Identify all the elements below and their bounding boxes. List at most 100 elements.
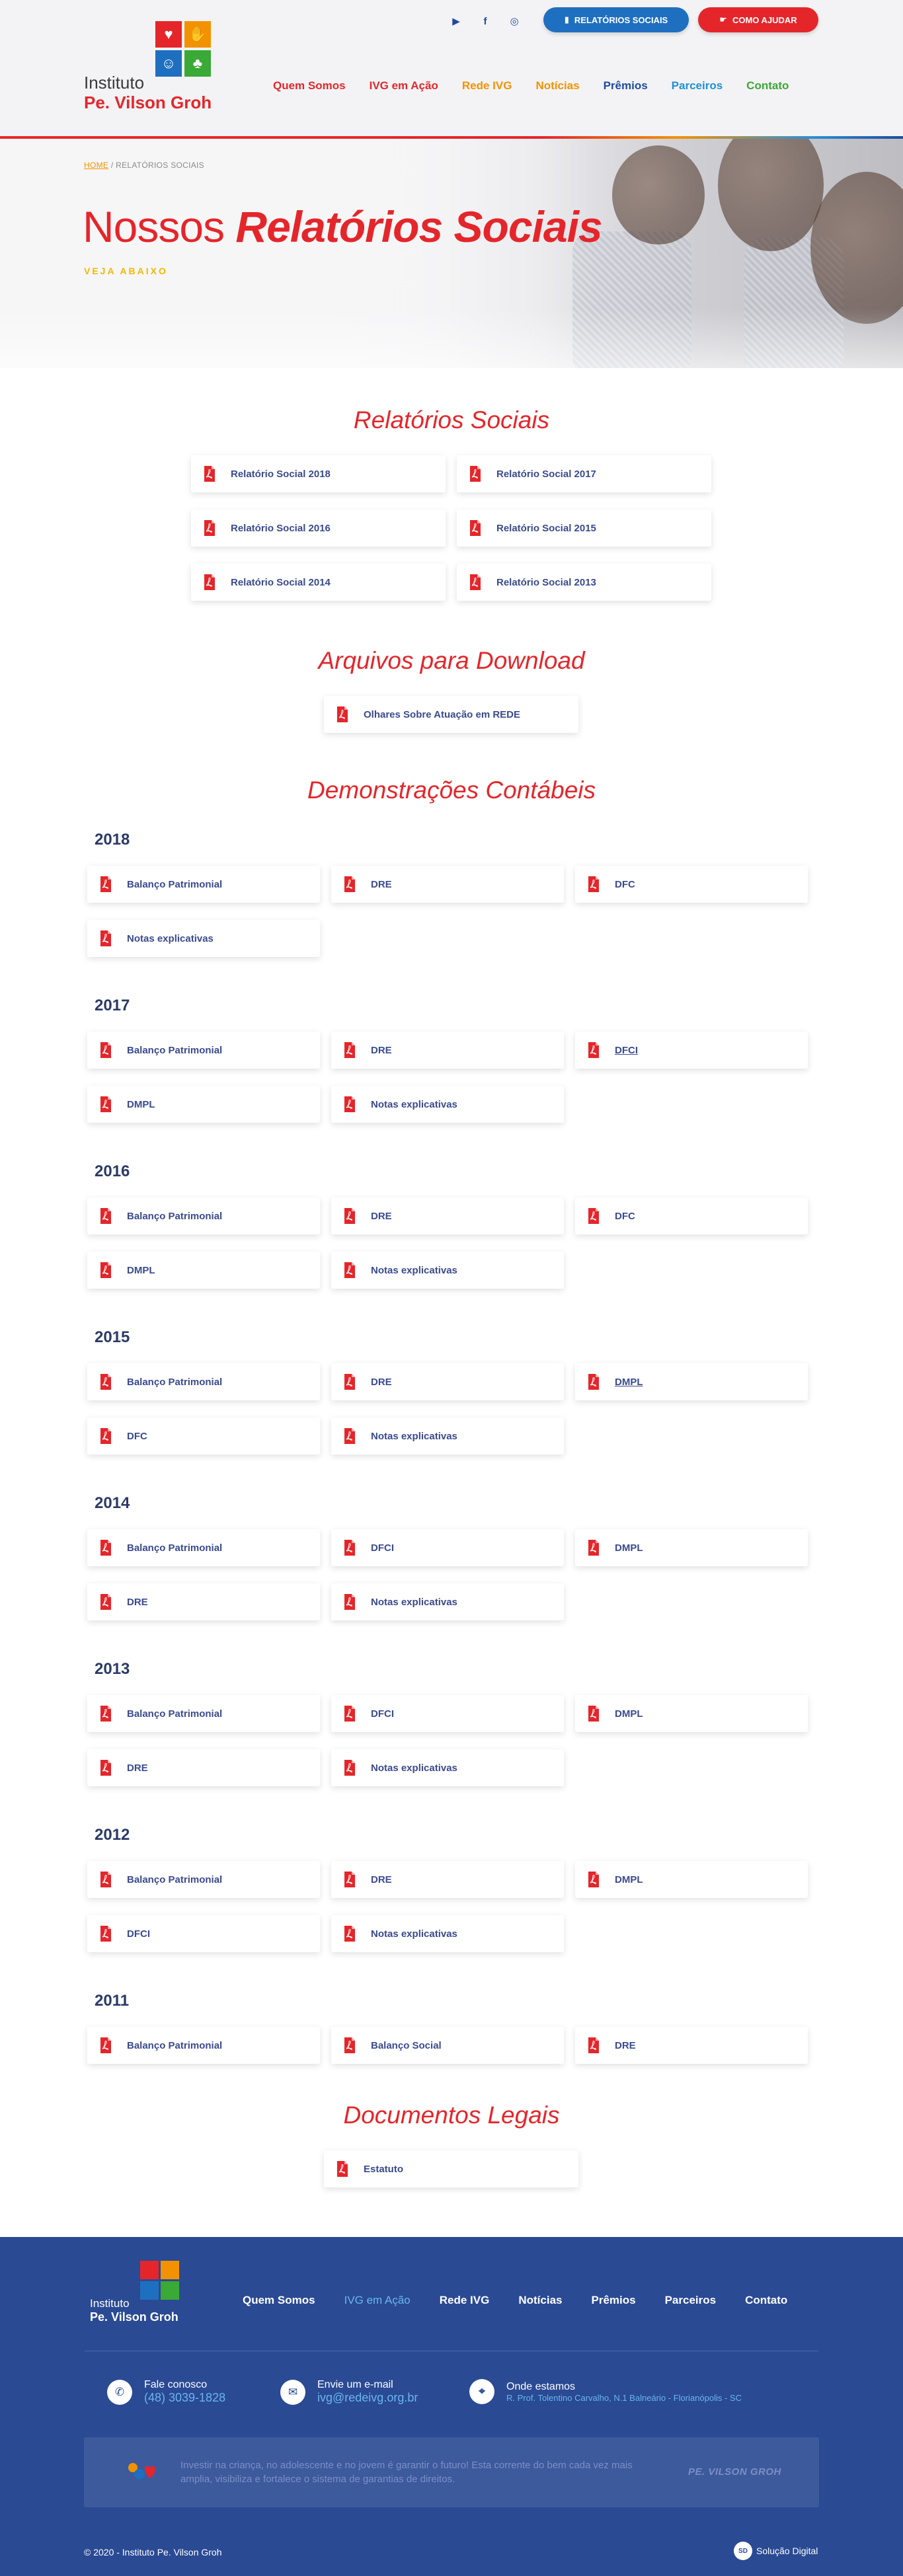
pdf-file-icon (343, 1872, 356, 1887)
page-title: Nossos Relatórios Sociais (83, 202, 603, 252)
pdf-file-icon (99, 1760, 112, 1776)
contact-phone[interactable]: ✆ Fale conosco (48) 3039-1828 (107, 2379, 225, 2405)
nav-contato[interactable]: Contato (734, 79, 801, 93)
developer-credit[interactable]: SD Solução Digital (734, 2542, 818, 2560)
footer-nav-premios[interactable]: Prêmios (577, 2294, 650, 2307)
relatorios-sociais-button[interactable]: ▮ RELATÓRIOS SOCIAIS (543, 7, 689, 32)
pdf-link-notas-explicativas[interactable]: Notas explicativas (331, 1583, 564, 1620)
logo-heart-square: ♥ (155, 21, 182, 48)
contact-email[interactable]: ✉ Envie um e-mail ivg@redeivg.org.br (280, 2379, 418, 2405)
pdf-file-icon (343, 1428, 356, 1444)
pdf-link-label: DFCI (127, 1928, 150, 1940)
pdf-link-dre[interactable]: DRE (331, 1861, 564, 1898)
pdf-link-relatorio-social-2018[interactable]: Relatório Social 2018 (191, 455, 446, 492)
pdf-link-label: DFCI (615, 1044, 638, 1056)
pdf-link-label: DRE (371, 1376, 392, 1388)
year-heading-2015: 2015 (95, 1328, 130, 1346)
footer-nav-parceiros[interactable]: Parceiros (650, 2294, 731, 2307)
pdf-link-relatorio-social-2017[interactable]: Relatório Social 2017 (457, 455, 711, 492)
pdf-link-label: DMPL (127, 1098, 155, 1110)
pdf-link-label: Balanço Patrimonial (127, 1874, 223, 1885)
developer-credit-label: Solução Digital (756, 2546, 818, 2556)
pdf-link-notas-explicativas[interactable]: Notas explicativas (331, 1418, 564, 1455)
site-logo[interactable]: ♥ ✋ ☺ ♣ Instituto Pe. Vilson Groh (84, 21, 228, 120)
pdf-link-relatorio-social-2016[interactable]: Relatório Social 2016 (191, 510, 446, 547)
instagram-icon[interactable]: ◎ (506, 13, 522, 29)
footer-nav-ivg-em-acao[interactable]: IVG em Ação (330, 2294, 425, 2307)
contact-phone-value[interactable]: (48) 3039-1828 (144, 2391, 225, 2405)
nav-ivg-em-acao[interactable]: IVG em Ação (358, 79, 450, 93)
breadcrumb-home-link[interactable]: HOME (84, 161, 108, 170)
facebook-icon[interactable]: f (477, 13, 493, 29)
footer-nav-noticias[interactable]: Notícias (504, 2294, 576, 2307)
nav-noticias[interactable]: Notícias (524, 79, 591, 93)
pdf-link-dre[interactable]: DRE (87, 1583, 320, 1620)
pdf-link-balanco-patrimonial[interactable]: Balanço Patrimonial (87, 1363, 320, 1400)
nav-quem-somos[interactable]: Quem Somos (261, 79, 358, 93)
pdf-link-dre[interactable]: DRE (575, 2027, 808, 2064)
contact-address-value[interactable]: R. Prof. Tolentino Carvalho, N.1 Balneár… (506, 2393, 742, 2403)
footer-nav-contato[interactable]: Contato (730, 2294, 802, 2307)
pdf-link-balanco-patrimonial[interactable]: Balanço Patrimonial (87, 1032, 320, 1069)
pdf-link-dre[interactable]: DRE (331, 1032, 564, 1069)
pdf-link-dmpl[interactable]: DMPL (87, 1086, 320, 1123)
pdf-link-estatuto[interactable]: Estatuto (324, 2150, 578, 2187)
pdf-file-icon (99, 1096, 112, 1112)
pdf-link-olhares-sobre-atuacao-em-rede[interactable]: Olhares Sobre Atuação em REDE (324, 696, 578, 733)
pdf-link-label: Balanço Patrimonial (127, 1542, 223, 1554)
pdf-file-icon (343, 1540, 356, 1556)
legais-section-title: Documentos Legais (343, 2102, 560, 2129)
pdf-link-balanco-patrimonial[interactable]: Balanço Patrimonial (87, 1529, 320, 1566)
pdf-link-dre[interactable]: DRE (331, 866, 564, 903)
contact-address[interactable]: ⌖ Onde estamos R. Prof. Tolentino Carval… (469, 2379, 742, 2404)
pdf-link-notas-explicativas[interactable]: Notas explicativas (331, 1086, 564, 1123)
pdf-link-relatorio-social-2015[interactable]: Relatório Social 2015 (457, 510, 711, 547)
pdf-link-balanco-patrimonial[interactable]: Balanço Patrimonial (87, 1695, 320, 1732)
pdf-link-balanco-patrimonial[interactable]: Balanço Patrimonial (87, 866, 320, 903)
como-ajudar-button[interactable]: ☛ COMO AJUDAR (698, 7, 818, 32)
pdf-link-relatorio-social-2014[interactable]: Relatório Social 2014 (191, 564, 446, 601)
pdf-link-label: Notas explicativas (371, 1596, 457, 1608)
nav-rede-ivg[interactable]: Rede IVG (450, 79, 524, 93)
pdf-link-dfc[interactable]: DFC (575, 1197, 808, 1234)
footer-nav-rede-ivg[interactable]: Rede IVG (425, 2294, 504, 2307)
pdf-link-balanco-patrimonial[interactable]: Balanço Patrimonial (87, 1861, 320, 1898)
pdf-link-dre[interactable]: DRE (331, 1197, 564, 1234)
pdf-link-dfci[interactable]: DFCI (331, 1529, 564, 1566)
pdf-link-balanco-patrimonial[interactable]: Balanço Patrimonial (87, 2027, 320, 2064)
pdf-link-dfci[interactable]: DFCI (87, 1915, 320, 1952)
youtube-icon[interactable]: ▶ (448, 13, 464, 29)
pdf-link-dmpl[interactable]: DMPL (575, 1529, 808, 1566)
pdf-link-notas-explicativas[interactable]: Notas explicativas (331, 1749, 564, 1786)
pdf-link-dmpl[interactable]: DMPL (87, 1252, 320, 1289)
pdf-file-icon (99, 1208, 112, 1224)
pdf-link-label: DFCI (371, 1542, 394, 1554)
photo-face-2 (718, 139, 824, 251)
pdf-link-label: DFC (127, 1430, 147, 1442)
pdf-link-dmpl[interactable]: DMPL (575, 1363, 808, 1400)
pdf-link-notas-explicativas[interactable]: Notas explicativas (331, 1252, 564, 1289)
pdf-link-notas-explicativas[interactable]: Notas explicativas (331, 1915, 564, 1952)
pdf-link-dfci[interactable]: DFCI (331, 1695, 564, 1732)
pdf-link-dfc[interactable]: DFC (575, 866, 808, 903)
nav-parceiros[interactable]: Parceiros (660, 79, 735, 93)
contabeis-section-title: Demonstrações Contábeis (307, 777, 596, 804)
pdf-link-label: Balanço Patrimonial (127, 1044, 223, 1056)
footer-logo[interactable]: Instituto Pe. Vilson Groh (90, 2261, 188, 2324)
nav-premios[interactable]: Prêmios (592, 79, 660, 93)
pdf-link-relatorio-social-2013[interactable]: Relatório Social 2013 (457, 564, 711, 601)
pdf-link-dre[interactable]: DRE (87, 1749, 320, 1786)
pdf-link-balanco-social[interactable]: Balanço Social (331, 2027, 564, 2064)
pdf-link-notas-explicativas[interactable]: Notas explicativas (87, 920, 320, 957)
pdf-link-dmpl[interactable]: DMPL (575, 1861, 808, 1898)
hands-icon: ✋ (188, 26, 207, 42)
pdf-link-dmpl[interactable]: DMPL (575, 1695, 808, 1732)
pdf-link-balanco-patrimonial[interactable]: Balanço Patrimonial (87, 1197, 320, 1234)
contact-email-value[interactable]: ivg@redeivg.org.br (317, 2391, 418, 2405)
pdf-link-label: Balanço Patrimonial (127, 1210, 223, 1222)
pdf-link-dfci[interactable]: DFCI (575, 1032, 808, 1069)
pdf-link-dre[interactable]: DRE (331, 1363, 564, 1400)
pdf-link-dfc[interactable]: DFC (87, 1418, 320, 1455)
footer-nav-quem-somos[interactable]: Quem Somos (228, 2294, 330, 2307)
tree-icon: ♣ (192, 55, 203, 71)
